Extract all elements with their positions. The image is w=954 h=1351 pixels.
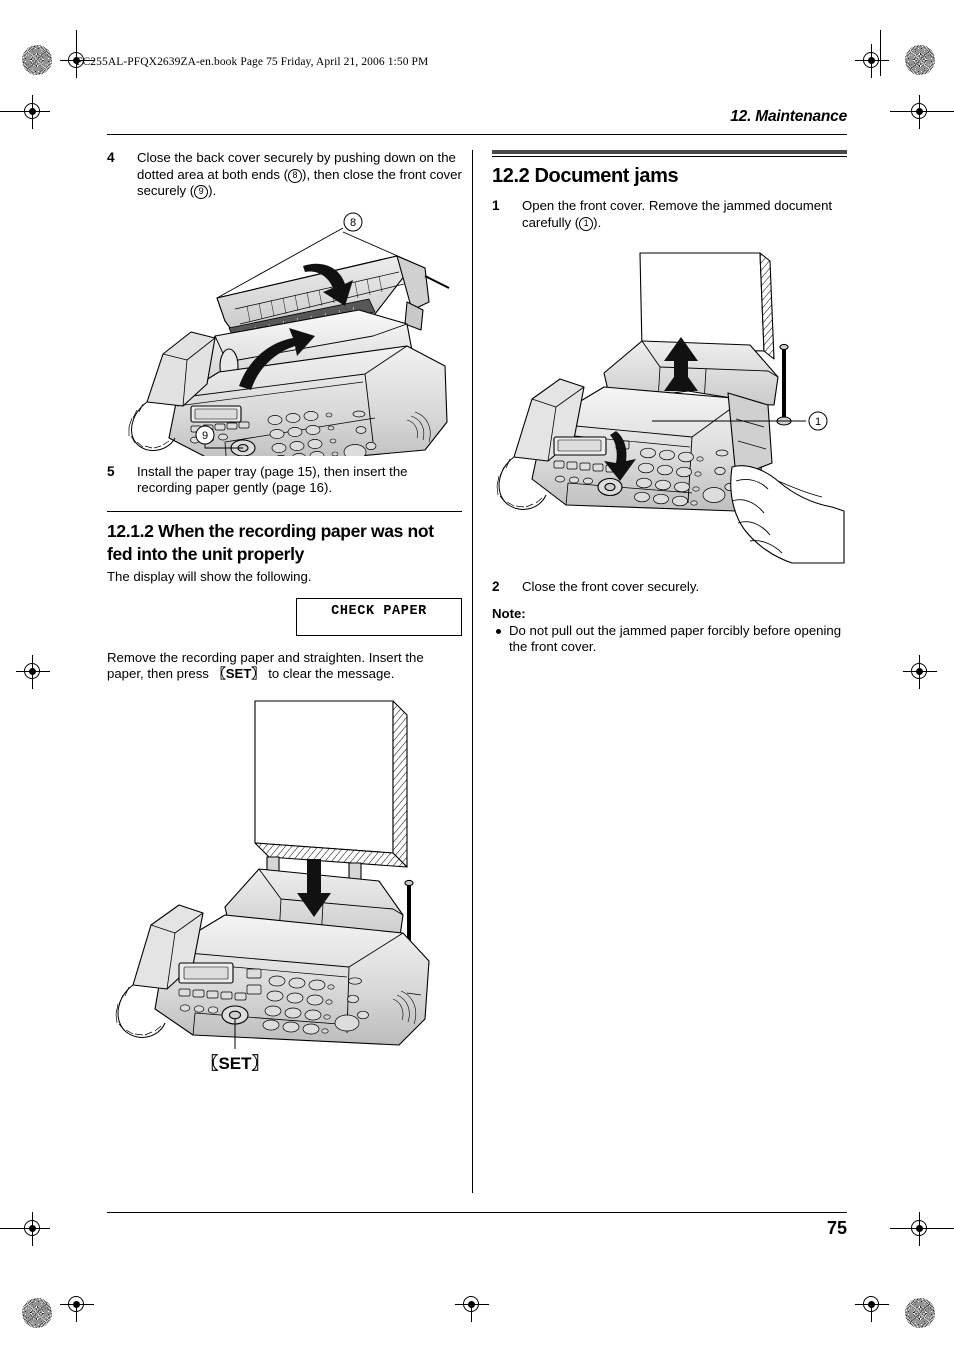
section-rule-thin <box>492 156 847 157</box>
display-message-wrapper: CHECK PAPER <box>107 597 462 636</box>
note-item-text: Do not pull out the jammed paper forcibl… <box>509 622 842 655</box>
figure-paper-insert-svg: 〖SET〗 <box>115 700 430 1073</box>
set-key-reference: 〖SET〗 <box>212 666 265 682</box>
instruction-text-b: to clear the message. <box>264 666 395 682</box>
step-4-number: 4 <box>107 150 115 165</box>
subsection-intro: The display will show the following. <box>107 568 312 584</box>
section-rule-thick <box>492 150 847 154</box>
step-4: 4 Close the back cover securely by pushi… <box>107 150 462 200</box>
step-1-text-a: Open the front cover. Remove the jammed … <box>522 198 833 230</box>
bullet-icon <box>496 628 501 634</box>
step-5-text: Install the paper tray (page 15), then i… <box>137 463 408 496</box>
display-message-box: CHECK PAPER <box>296 597 462 636</box>
figure-document-jam-svg: 1 <box>496 252 845 564</box>
step-2: 2 Close the front cover securely. <box>492 579 847 596</box>
section-rules <box>492 150 847 157</box>
step-1-text-b: ). <box>593 214 602 230</box>
callout-1-inline: 1 <box>579 216 594 231</box>
set-callout-label: 〖SET〗 <box>201 1053 268 1073</box>
header-rule <box>107 134 847 135</box>
figure-document-jam: 1 <box>492 241 847 571</box>
hand-illustration <box>730 465 845 564</box>
page-body: FC255AL-PFQX2639ZA-en.book Page 75 Frida… <box>0 0 954 1351</box>
recording-paper-stack <box>254 700 408 868</box>
right-column: 12.2 Document jams 1 Open the front cove… <box>492 150 847 656</box>
column-divider <box>472 150 473 1193</box>
step-2-text: Close the front cover securely. <box>522 579 700 595</box>
note-item: Do not pull out the jammed paper forcibl… <box>492 623 847 656</box>
note-heading: Note: <box>492 605 526 621</box>
step-5-number: 5 <box>107 463 115 479</box>
figure-back-cover: 8 9 <box>107 206 462 456</box>
step-5: 5 Install the paper tray (page 15), then… <box>107 464 462 497</box>
step-2-number: 2 <box>492 579 500 595</box>
step-1: 1 Open the front cover. Remove the jamme… <box>492 198 847 231</box>
left-column: 4 Close the back cover securely by pushi… <box>107 150 462 1073</box>
page-number: 75 <box>826 1218 847 1238</box>
figure-back-cover-svg: 8 9 <box>128 212 450 456</box>
callout-1-label: 1 <box>815 416 821 428</box>
running-head: 12. Maintenance <box>730 108 847 125</box>
step-1-number: 1 <box>492 198 500 213</box>
section-heading: 12.2 Document jams <box>492 165 679 187</box>
callout-8-label: 8 <box>350 217 356 229</box>
footer-rule <box>107 1212 847 1213</box>
subsection-heading: 12.1.2 When the recording paper was not … <box>107 520 434 564</box>
callout-9-label: 9 <box>202 430 208 442</box>
callout-9-inline: 9 <box>194 185 209 200</box>
file-stamp: FC255AL-PFQX2639ZA-en.book Page 75 Frida… <box>76 56 429 68</box>
subsection-instruction: Remove the recording paper and straighte… <box>107 650 462 683</box>
subsection-rule <box>107 510 462 512</box>
step-4-text-c: ). <box>208 183 217 199</box>
figure-paper-insert: 〖SET〗 <box>107 693 462 1073</box>
callout-8-inline: 8 <box>288 168 303 183</box>
